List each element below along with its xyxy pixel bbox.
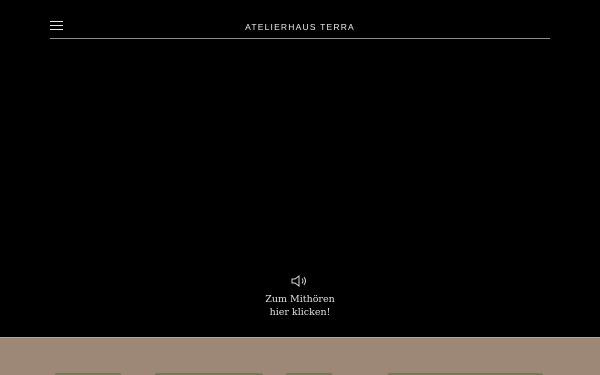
speaker-icon [291, 275, 306, 287]
unmute-label-line-1: Zum Mithören [265, 294, 335, 305]
content-section-band [0, 337, 600, 375]
cropped-intro-text [50, 370, 550, 375]
unmute-button[interactable]: Zum Mithören hier klicken! [250, 274, 350, 319]
site-title[interactable]: ATELIERHAUS TERRA [50, 22, 550, 32]
site-header: ATELIERHAUS TERRA [50, 16, 550, 39]
page: ATELIERHAUS TERRA Zum Mithören hier klic… [0, 0, 600, 375]
unmute-label-line-2: hier klicken! [269, 307, 331, 318]
